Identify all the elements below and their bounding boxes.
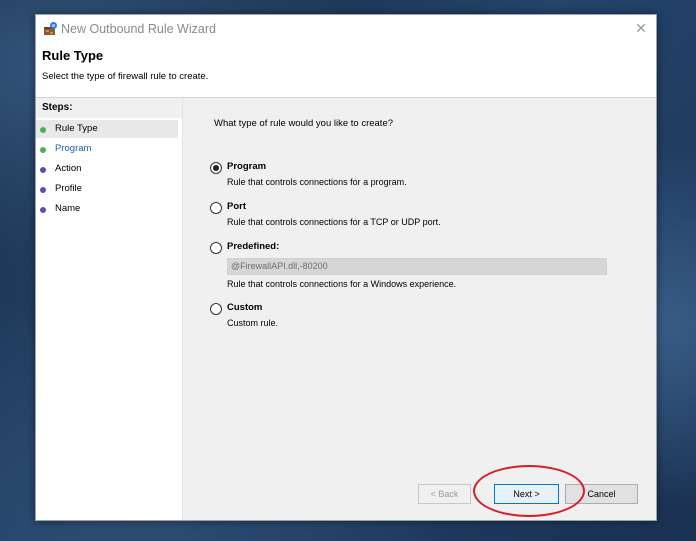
steps-title: Steps: <box>42 102 73 113</box>
page-title: Rule Type <box>42 48 104 63</box>
window-title: New Outbound Rule Wizard <box>61 22 216 36</box>
step-action: Action <box>36 160 178 178</box>
option-title[interactable]: Predefined: <box>227 241 279 252</box>
predefined-select-value: @FirewallAPI.dll,-80200 <box>231 261 328 271</box>
step-program[interactable]: Program <box>36 140 178 158</box>
step-pending-dot-icon <box>40 167 46 173</box>
step-complete-dot-icon <box>40 127 46 133</box>
rule-type-question: What type of rule would you like to crea… <box>214 118 394 129</box>
back-button: < Back <box>418 484 471 504</box>
step-pending-dot-icon <box>40 207 46 213</box>
step-pending-dot-icon <box>40 187 46 193</box>
page-subtitle: Select the type of firewall rule to crea… <box>42 71 209 82</box>
close-button[interactable]: ✕ <box>626 15 656 41</box>
next-button[interactable]: Next > <box>494 484 559 504</box>
option-title[interactable]: Port <box>227 201 246 212</box>
step-complete-dot-icon <box>40 147 46 153</box>
option-description: Rule that controls connections for a TCP… <box>227 217 441 227</box>
steps-panel: Steps: Rule Type Program Action Profile … <box>36 98 183 520</box>
wizard-window: New Outbound Rule Wizard ✕ Rule Type Sel… <box>35 14 657 521</box>
step-rule-type[interactable]: Rule Type <box>36 120 178 138</box>
step-label: Rule Type <box>55 123 98 134</box>
cancel-button[interactable]: Cancel <box>565 484 638 504</box>
step-label: Action <box>55 163 82 174</box>
predefined-select: @FirewallAPI.dll,-80200 <box>227 258 607 275</box>
step-label: Name <box>55 203 81 214</box>
option-description: Rule that controls connections for a pro… <box>227 177 407 187</box>
close-icon[interactable]: ✕ <box>635 20 647 37</box>
firewall-wizard-icon <box>44 22 57 35</box>
option-description: Custom rule. <box>227 318 279 328</box>
title-bar[interactable]: New Outbound Rule Wizard ✕ <box>36 15 656 43</box>
option-title[interactable]: Program <box>227 161 266 172</box>
content-panel: What type of rule would you like to crea… <box>183 98 656 520</box>
program-radio[interactable] <box>210 162 222 174</box>
step-label[interactable]: Program <box>55 143 91 154</box>
step-profile: Profile <box>36 180 178 198</box>
option-title[interactable]: Custom <box>227 302 262 313</box>
step-label: Profile <box>55 183 82 194</box>
custom-radio[interactable] <box>210 303 222 315</box>
steps-header: Steps: <box>36 98 182 118</box>
port-radio[interactable] <box>210 202 222 214</box>
step-name: Name <box>36 200 178 218</box>
predefined-radio[interactable] <box>210 242 222 254</box>
option-description: Rule that controls connections for a Win… <box>227 279 457 289</box>
page-header: Rule Type Select the type of firewall ru… <box>36 43 656 99</box>
